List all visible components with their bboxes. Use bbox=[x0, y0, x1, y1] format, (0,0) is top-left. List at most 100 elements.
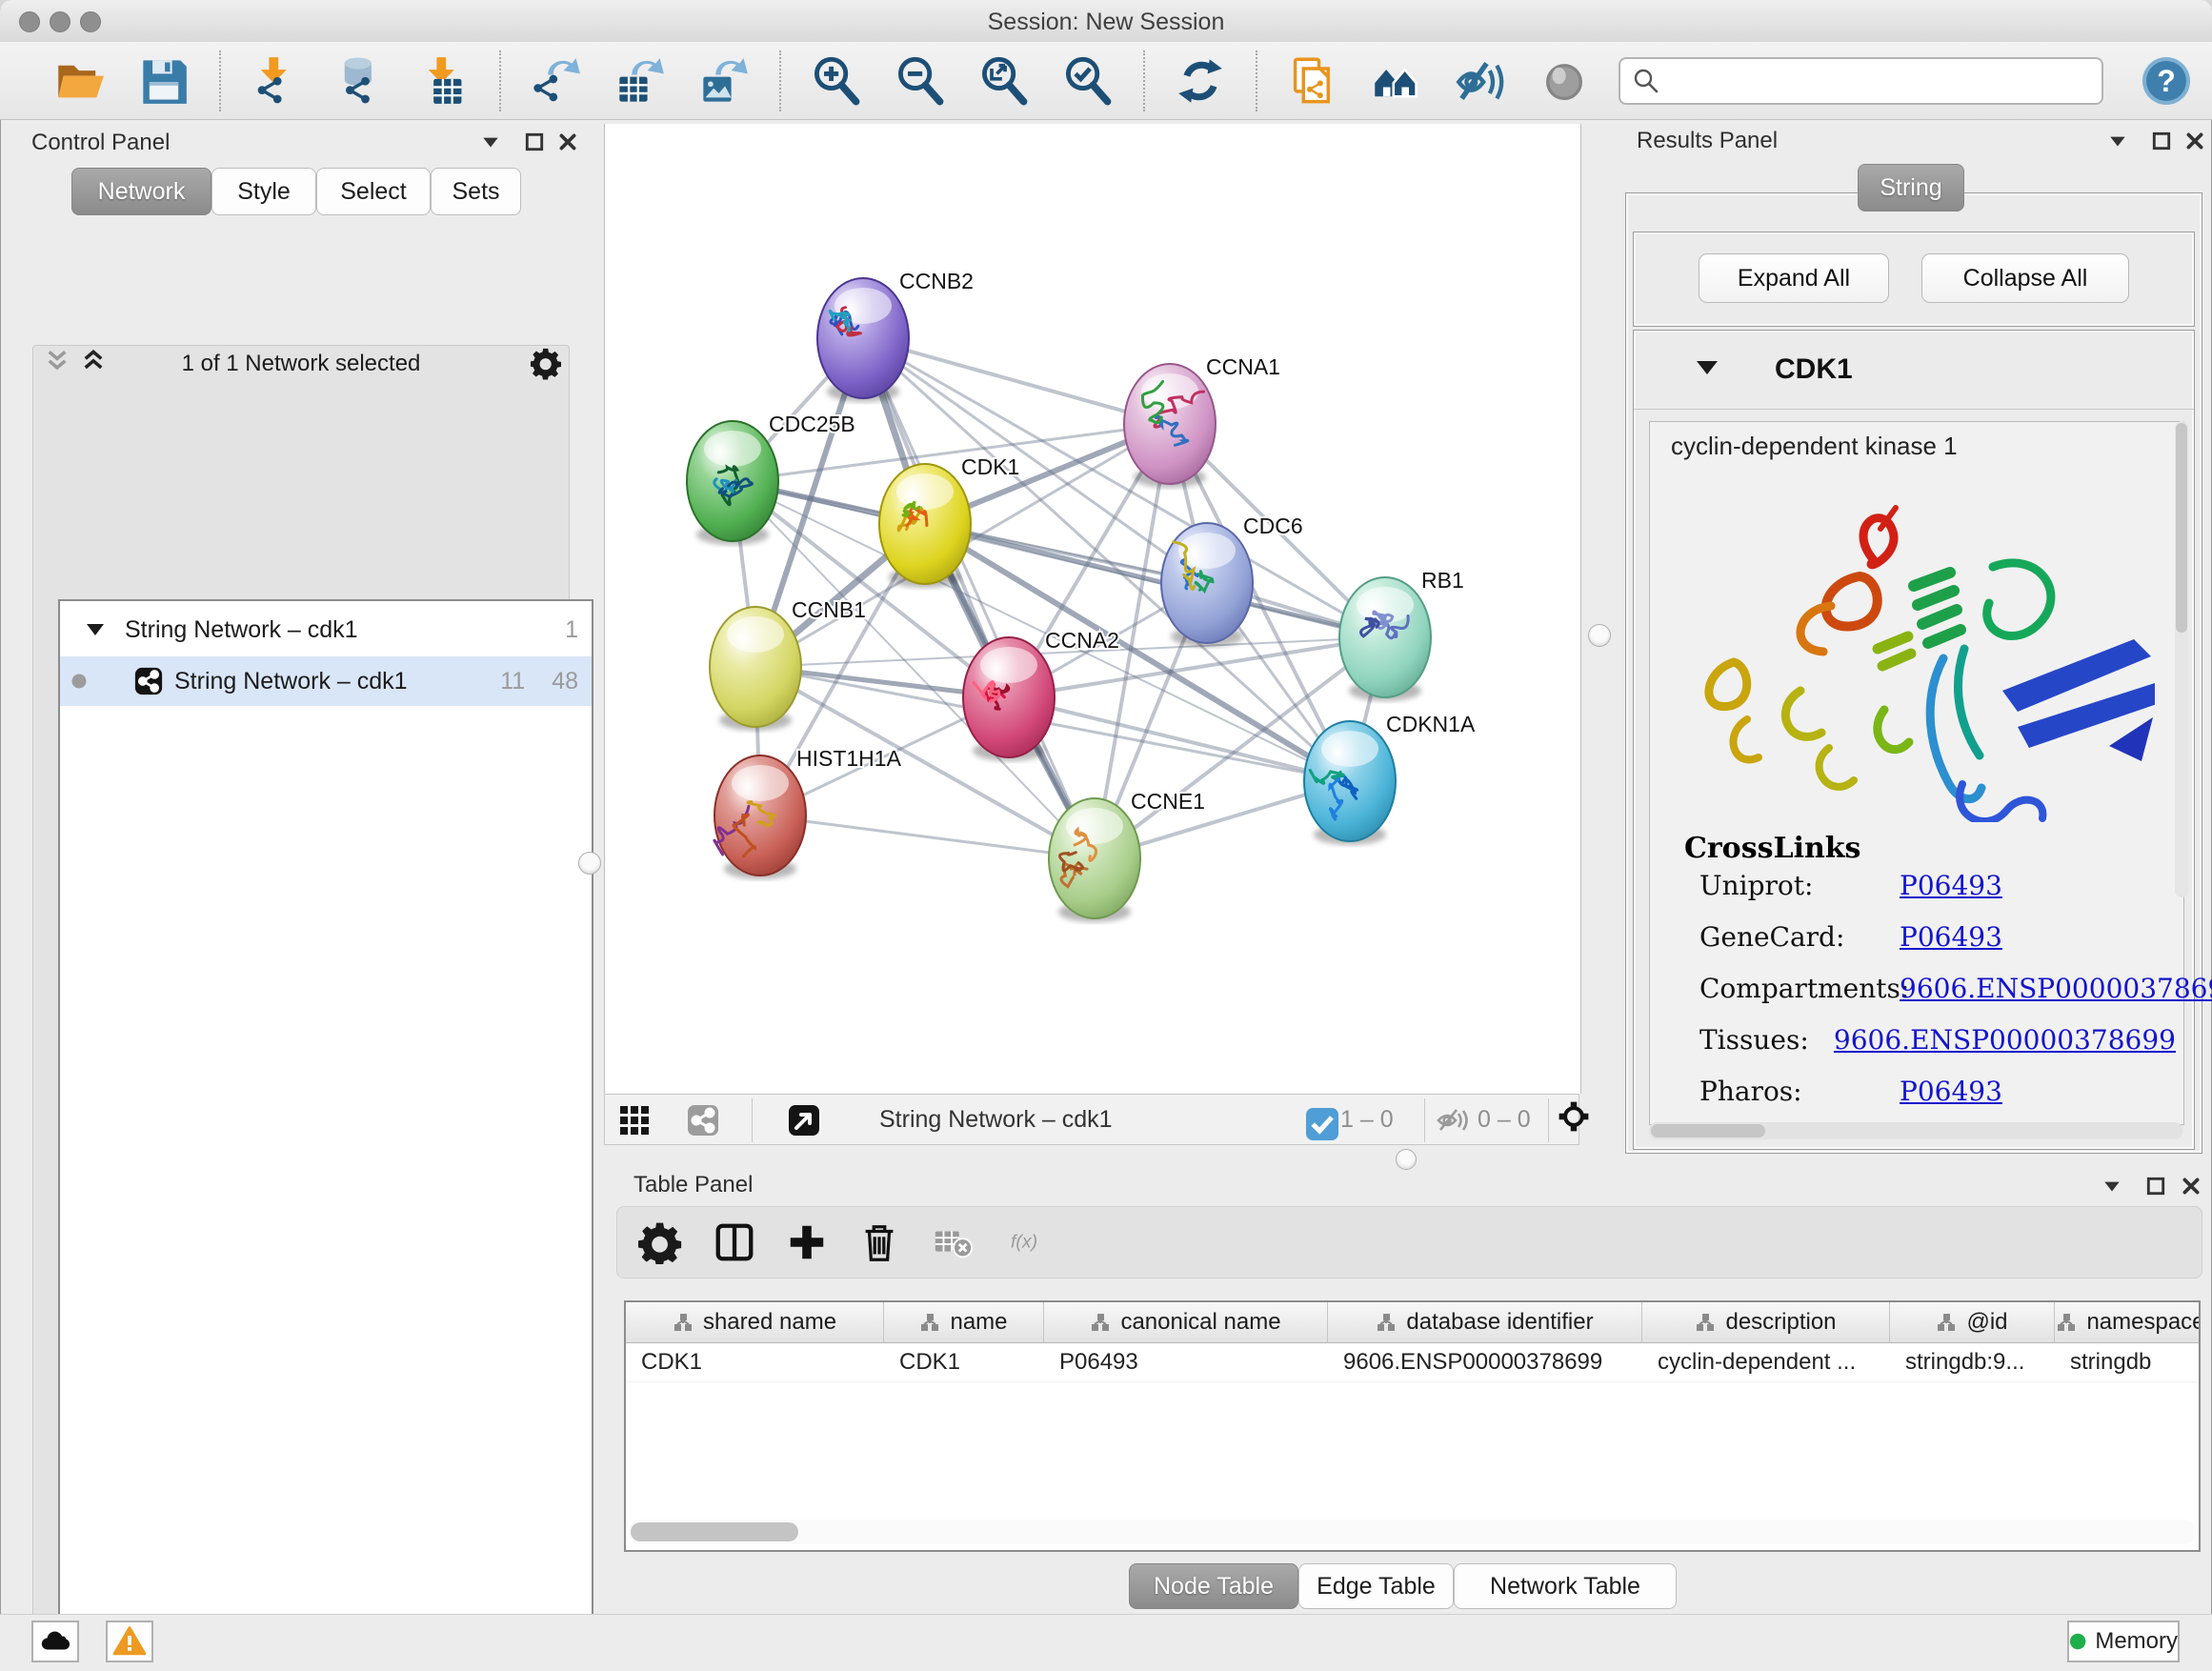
column-header-label: name bbox=[950, 1309, 1007, 1336]
import-network-database-button[interactable] bbox=[331, 51, 390, 111]
zoom-out-button[interactable] bbox=[891, 51, 950, 111]
tab-select[interactable]: Select bbox=[316, 168, 431, 215]
tab-node-table[interactable]: Node Table bbox=[1129, 1563, 1298, 1609]
crosslink-value-link[interactable]: 9606.ENSP00000378699 bbox=[1900, 973, 2212, 1004]
column-header-description[interactable]: description bbox=[1642, 1302, 1890, 1342]
results-hscrollbar[interactable] bbox=[1649, 1122, 2182, 1139]
results-vscroll-thumb[interactable] bbox=[2176, 423, 2187, 633]
table-hscroll-thumb[interactable] bbox=[631, 1522, 798, 1541]
hide-graphics-icon bbox=[1456, 56, 1505, 106]
zoom-in-button[interactable] bbox=[807, 51, 866, 111]
window-title: Session: New Session bbox=[0, 9, 2212, 36]
panel-close-icon[interactable] bbox=[2181, 1176, 2202, 1197]
panel-menu-icon[interactable] bbox=[2107, 131, 2128, 151]
tab-edge-table[interactable]: Edge Table bbox=[1298, 1563, 1454, 1609]
create-column-plus-icon[interactable] bbox=[785, 1220, 829, 1264]
export-table-button[interactable] bbox=[611, 51, 670, 111]
column-header-id[interactable]: @id bbox=[1890, 1302, 2055, 1342]
node-label-RB1: RB1 bbox=[1421, 568, 1464, 593]
function-builder-icon: f(x) bbox=[1010, 1220, 1096, 1264]
apply-layout-button[interactable] bbox=[1171, 51, 1230, 111]
panel-float-icon[interactable] bbox=[2145, 1176, 2166, 1197]
table-settings-gear-icon[interactable] bbox=[638, 1220, 682, 1264]
warnings-button[interactable] bbox=[106, 1621, 153, 1662]
right-splitter-handle[interactable] bbox=[1588, 624, 1611, 647]
footer-separator bbox=[1548, 1098, 1549, 1142]
network-list: String Network – cdk1 1 String Network –… bbox=[58, 599, 593, 1671]
duplicate-network-button[interactable] bbox=[1283, 51, 1342, 111]
panel-float-icon[interactable] bbox=[524, 131, 545, 152]
footer-separator bbox=[1424, 1098, 1425, 1142]
export-network-button[interactable] bbox=[527, 51, 586, 111]
left-splitter-handle[interactable] bbox=[578, 852, 601, 875]
tab-style[interactable]: Style bbox=[211, 168, 316, 215]
column-header-databaseidentifier[interactable]: database identifier bbox=[1328, 1302, 1642, 1342]
svg-text:?: ? bbox=[2157, 64, 2176, 98]
save-floppy-button[interactable] bbox=[134, 51, 193, 111]
tab-network-table[interactable]: Network Table bbox=[1454, 1563, 1677, 1609]
crosslink-value-link[interactable]: P06493 bbox=[1900, 921, 2002, 953]
import-network-file-button[interactable] bbox=[247, 51, 306, 111]
export-image-button[interactable] bbox=[694, 51, 754, 111]
memory-button[interactable]: Memory bbox=[2067, 1621, 2180, 1662]
search-input[interactable] bbox=[1660, 61, 2101, 101]
tree-row-network[interactable]: String Network – cdk1 11 48 bbox=[60, 656, 592, 706]
node-HIST1H1A bbox=[714, 755, 806, 879]
gene-section-header[interactable]: CDK1 bbox=[1634, 331, 2194, 410]
column-header-sharedname[interactable]: shared name bbox=[626, 1302, 884, 1342]
panel-menu-icon[interactable] bbox=[2101, 1176, 2122, 1197]
node-table-body: CDK1CDK1P064939606.ENSP00000378699cyclin… bbox=[626, 1343, 2199, 1382]
results-vscrollbar[interactable] bbox=[2175, 421, 2188, 897]
gene-section: CDK1 cyclin-dependent kinase 1 bbox=[1633, 330, 2195, 1150]
table-row[interactable]: CDK1CDK1P064939606.ENSP00000378699cyclin… bbox=[626, 1343, 2199, 1382]
zoom-fit-button[interactable] bbox=[975, 51, 1034, 111]
column-header-name[interactable]: name bbox=[884, 1302, 1044, 1342]
results-hscroll-thumb[interactable] bbox=[1651, 1124, 1765, 1137]
show-columns-icon[interactable] bbox=[713, 1220, 756, 1264]
panel-menu-icon[interactable] bbox=[480, 131, 501, 152]
selected-checkbox-icon[interactable] bbox=[1306, 1108, 1329, 1131]
node-label-CDKN1A: CDKN1A bbox=[1386, 712, 1476, 736]
delete-column-trash-icon[interactable] bbox=[857, 1220, 901, 1264]
network-node-count: 11 bbox=[500, 668, 525, 695]
toolbar-separator bbox=[1143, 50, 1145, 111]
collapse-section-icon[interactable] bbox=[1697, 361, 1718, 374]
houses-button[interactable] bbox=[1367, 51, 1426, 111]
panel-close-icon[interactable] bbox=[2184, 131, 2205, 151]
column-header-namespace[interactable]: namespace bbox=[2055, 1302, 2201, 1342]
cloud-button[interactable] bbox=[31, 1621, 79, 1662]
tree-row-collection[interactable]: String Network – cdk1 1 bbox=[60, 605, 592, 654]
network-manager-toolbar: 1 of 1 Network selected bbox=[33, 346, 569, 378]
navigator-icon[interactable] bbox=[788, 1104, 820, 1137]
tab-sets[interactable]: Sets bbox=[431, 168, 521, 215]
expand-all-button[interactable]: Expand All bbox=[1699, 253, 1889, 303]
column-header-label: description bbox=[1725, 1309, 1836, 1336]
tab-network[interactable]: Network bbox=[71, 168, 211, 215]
string-view-icon[interactable] bbox=[687, 1104, 719, 1137]
fit-selected-crosshair-icon[interactable] bbox=[1558, 1100, 1598, 1140]
node-CCNA1 bbox=[1124, 364, 1216, 488]
crosslink-value-link[interactable]: P06493 bbox=[1900, 870, 2002, 901]
collapse-tree-icon[interactable] bbox=[87, 624, 104, 635]
collapse-all-button[interactable]: Collapse All bbox=[1921, 253, 2129, 303]
panel-float-icon[interactable] bbox=[2151, 131, 2172, 151]
help-button[interactable]: ? bbox=[2142, 56, 2191, 106]
panel-close-icon[interactable] bbox=[557, 131, 578, 152]
column-header-canonicalname[interactable]: canonical name bbox=[1044, 1302, 1328, 1342]
table-cell: 9606.ENSP00000378699 bbox=[1328, 1343, 1642, 1381]
table-cell: CDK1 bbox=[884, 1343, 1044, 1381]
open-folder-button[interactable] bbox=[50, 51, 110, 111]
network-options-gear-icon[interactable] bbox=[531, 347, 561, 377]
network-view-canvas[interactable]: CCNB2CCNA1CDC25BCDK1CDC6RB1CCNB1CCNA2CDK… bbox=[604, 124, 1581, 1094]
zoom-selected-button[interactable] bbox=[1058, 51, 1117, 111]
current-network-dot-icon bbox=[71, 674, 87, 689]
grid-mode-icon[interactable] bbox=[618, 1104, 651, 1137]
crosslink-value-link[interactable]: P06493 bbox=[1900, 1076, 2002, 1107]
node-label-CDC25B: CDC25B bbox=[769, 412, 855, 436]
table-hscrollbar[interactable] bbox=[629, 1520, 2196, 1544]
import-table-file-button[interactable] bbox=[414, 51, 473, 111]
tab-string[interactable]: String bbox=[1858, 164, 1964, 211]
birdseye-button[interactable] bbox=[1535, 51, 1594, 111]
crosslink-value-link[interactable]: 9606.ENSP00000378699 bbox=[1834, 1024, 2176, 1056]
hide-graphics-button[interactable] bbox=[1451, 51, 1510, 111]
